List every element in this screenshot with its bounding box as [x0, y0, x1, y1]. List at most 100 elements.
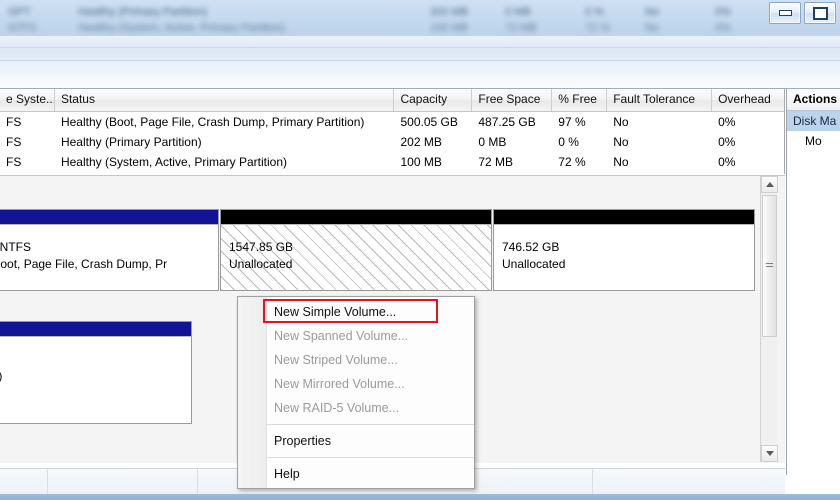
maximize-button[interactable] [804, 2, 836, 24]
cell-free-space: 0 MB [478, 135, 507, 149]
menu-item-new-mirrored-volume: New Mirrored Volume... [238, 372, 474, 396]
blurred-title-pct-2: 72 % [585, 22, 611, 34]
cell-status: Healthy (Primary Partition) [60, 135, 202, 149]
actions-item-disk-management[interactable]: Disk Ma [787, 111, 840, 131]
maximize-icon [812, 6, 828, 20]
minimize-button[interactable] [769, 2, 801, 24]
cell-fault-tolerance: No [613, 155, 629, 169]
cell-percent-free: 97 % [558, 115, 586, 129]
partition-body: rtition) [0, 336, 191, 423]
partition-status-label: Unallocated [502, 257, 566, 271]
toolbar-band [0, 36, 840, 89]
partition-lower-row[interactable]: rtition) [0, 321, 192, 424]
blurred-title-free-2: 72 MB [505, 22, 537, 34]
partition-status-bar [221, 210, 491, 224]
scroll-up-icon [765, 182, 774, 187]
column-header-fault-tolerance[interactable]: Fault Tolerance [607, 89, 713, 111]
cell-overhead: 0% [718, 155, 736, 169]
blurred-title-text-2: Healthy (Primary Partition) [78, 6, 207, 18]
table-row[interactable]: FS Healthy (Primary Partition) 202 MB 0 … [0, 132, 784, 152]
cell-capacity: 202 MB [400, 135, 442, 149]
context-menu: New Simple Volume... New Spanned Volume.… [237, 296, 475, 489]
blurred-title-pct-1: 0 % [585, 6, 604, 18]
menu-item-label: New Mirrored Volume... [274, 377, 405, 391]
status-bar-segment-2 [48, 469, 198, 494]
menu-item-new-simple-volume[interactable]: New Simple Volume... [238, 299, 474, 324]
blurred-title-cap-1: 202 MB [430, 6, 468, 18]
blurred-title-text-4: Healthy (System, Active, Primary Partiti… [78, 22, 286, 34]
blurred-title-cap-2: 100 MB [430, 22, 468, 34]
actions-item-more[interactable]: Mo [787, 131, 840, 151]
window-title-band: GPT Healthy (Primary Partition) 202 MB 0… [0, 0, 840, 36]
menu-item-new-spanned-volume: New Spanned Volume... [238, 324, 474, 348]
partition-body: 746.52 GB Unallocated [494, 224, 754, 290]
partition-status-bar [0, 210, 218, 224]
cell-fault-tolerance: No [613, 115, 629, 129]
partition-size-label [0, 351, 191, 368]
column-header-status[interactable]: Status [55, 89, 395, 111]
blurred-title-free-1: 0 MB [505, 6, 531, 18]
partition-status-label: thy (Boot, Page File, Crash Dump, Pr [0, 257, 168, 271]
menu-item-help[interactable]: Help [238, 462, 474, 486]
toolbar-divider-2 [0, 60, 840, 61]
cell-status: Healthy (System, Active, Primary Partiti… [60, 155, 287, 169]
menu-item-label: New Spanned Volume... [274, 329, 409, 343]
scroll-up-button[interactable] [761, 176, 778, 193]
blurred-title-text-3: NTFS [8, 22, 37, 34]
toolbar-divider-1 [0, 47, 840, 48]
menu-separator [266, 424, 474, 425]
actions-pane-title: Actions [787, 89, 840, 111]
partition-c-ntfs[interactable]: 5 GB NTFS thy (Boot, Page File, Crash Du… [0, 209, 219, 291]
partition-unallocated-1547[interactable]: 1547.85 GB Unallocated [220, 209, 492, 291]
partition-unallocated-746[interactable]: 746.52 GB Unallocated [493, 209, 755, 291]
column-header-capacity[interactable]: Capacity [394, 89, 473, 111]
cell-status: Healthy (Boot, Page File, Crash Dump, Pr… [60, 115, 365, 129]
column-header-percent-free[interactable]: % Free [552, 89, 608, 111]
partition-status-bar [0, 322, 191, 336]
menu-item-properties[interactable]: Properties [238, 429, 474, 453]
blurred-title-ft-2: No [645, 22, 660, 34]
menu-item-new-raid5-volume: New RAID-5 Volume... [238, 396, 474, 420]
graphical-view-scrollbar[interactable] [760, 176, 778, 462]
partition-size-label: 5 GB NTFS [0, 240, 32, 254]
partition-status-label: Unallocated [229, 257, 293, 271]
disk-management-window: GPT Healthy (Primary Partition) 202 MB 0… [0, 0, 840, 500]
cell-file-system: FS [6, 135, 22, 149]
partition-status-label: rtition) [0, 368, 191, 385]
volume-list: e Syste... Status Capacity Free Space % … [0, 89, 785, 174]
menu-item-label: Help [274, 467, 300, 481]
menu-separator [266, 457, 474, 458]
volume-list-header: e Syste... Status Capacity Free Space % … [0, 89, 784, 112]
blurred-title-text-1: GPT [8, 6, 31, 18]
column-header-file-system[interactable]: e Syste... [0, 89, 55, 111]
cell-overhead: 0% [718, 115, 736, 129]
menu-item-label: Properties [274, 434, 331, 448]
cell-free-space: 72 MB [478, 155, 514, 169]
cell-file-system: FS [6, 155, 22, 169]
actions-pane: Actions Disk Ma Mo [786, 89, 840, 475]
window-bottom-accent [0, 494, 840, 500]
column-header-free-space[interactable]: Free Space [472, 89, 553, 111]
partition-size-label: 746.52 GB [502, 240, 560, 254]
cell-overhead: 0% [718, 135, 736, 149]
menu-item-label: New RAID-5 Volume... [274, 401, 400, 415]
table-row[interactable]: FS Healthy (System, Active, Primary Part… [0, 152, 784, 172]
menu-item-label: New Striped Volume... [274, 353, 398, 367]
minimize-icon [778, 10, 792, 16]
menu-item-label: New Simple Volume... [274, 305, 397, 319]
cell-percent-free: 0 % [558, 135, 579, 149]
scroll-down-icon [765, 451, 774, 456]
cell-free-space: 487.25 GB [478, 115, 536, 129]
partition-size-label: 1547.85 GB [229, 240, 294, 254]
blurred-title-oh-1: 0% [715, 6, 731, 18]
scroll-down-button[interactable] [761, 445, 778, 462]
menu-item-new-striped-volume: New Striped Volume... [238, 348, 474, 372]
scrollbar-thumb[interactable] [762, 195, 777, 337]
blurred-title-oh-2: 0% [715, 22, 731, 34]
table-row[interactable]: FS Healthy (Boot, Page File, Crash Dump,… [0, 112, 784, 132]
column-header-overhead[interactable]: Overhead [712, 89, 784, 111]
partition-body: 5 GB NTFS thy (Boot, Page File, Crash Du… [0, 224, 218, 290]
status-bar-segment-1 [0, 469, 48, 494]
cell-percent-free: 72 % [558, 155, 586, 169]
cell-capacity: 500.05 GB [400, 115, 458, 129]
